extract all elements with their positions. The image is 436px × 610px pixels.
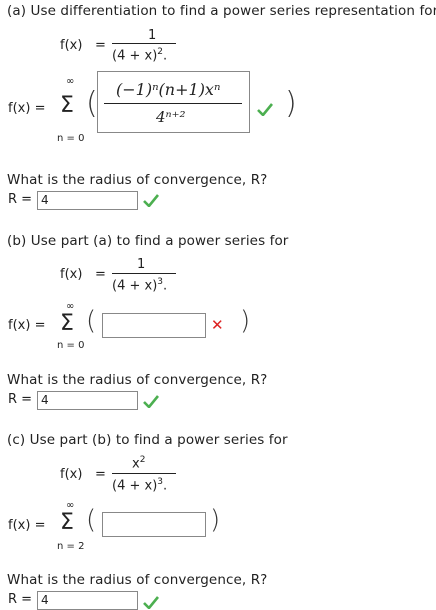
checkmark-icon [143, 395, 159, 408]
part-a-radius-input[interactable]: 4 [37, 191, 138, 210]
part-a-equals: = [95, 38, 106, 53]
part-b-radius-input[interactable]: 4 [37, 391, 138, 410]
part-a-answer-box[interactable]: (−1)ⁿ(n+1)xⁿ 4ⁿ⁺² [97, 71, 250, 133]
sigma-icon: Σ [60, 510, 74, 535]
checkmark-icon [143, 596, 159, 609]
part-a-numerator: 1 [148, 28, 157, 43]
part-a-sum-lower: n = 0 [57, 133, 85, 144]
part-b-fraction-bar [112, 273, 176, 274]
part-a-function-label: f(x) [60, 38, 83, 53]
part-c-fraction-bar [112, 473, 176, 474]
sigma-icon: Σ [60, 311, 74, 336]
part-b-denominator: (4 + x)3. [112, 277, 168, 294]
left-paren: ( [86, 86, 98, 121]
part-b-series-label: f(x) = [8, 318, 46, 333]
part-c-series-label: f(x) = [8, 518, 46, 533]
part-c-answer-input[interactable] [102, 512, 206, 537]
part-b-function-label: f(x) [60, 267, 83, 282]
part-c-denominator: (4 + x)3. [112, 477, 168, 494]
part-c-prompt: (c) Use part (b) to find a power series … [7, 432, 288, 448]
part-a-answer-denominator: 4ⁿ⁺² [156, 108, 186, 126]
part-a-series-label: f(x) = [8, 101, 46, 116]
part-b-numerator: 1 [137, 257, 146, 272]
part-c-radius-label: R = [8, 592, 33, 607]
checkmark-icon [143, 194, 159, 207]
right-paren: ) [240, 306, 251, 336]
part-a-denominator: (4 + x)2. [112, 47, 168, 64]
checkmark-icon [257, 103, 273, 116]
part-a-sum-upper: ∞ [66, 76, 75, 87]
part-a-answer-bar [104, 103, 242, 104]
right-paren: ) [210, 505, 221, 535]
right-paren: ) [285, 86, 297, 121]
part-c-function-label: f(x) [60, 467, 83, 482]
part-b-equals: = [95, 267, 106, 282]
left-paren: ( [86, 306, 97, 336]
part-b-radius-label: R = [8, 392, 33, 407]
part-a-radius-question: What is the radius of convergence, R? [7, 172, 268, 188]
part-c-radius-question: What is the radius of convergence, R? [7, 572, 268, 588]
part-a-radius-label: R = [8, 192, 33, 207]
part-b-prompt: (b) Use part (a) to find a power series … [7, 233, 289, 249]
part-c-sum-lower: n = 2 [57, 541, 85, 552]
part-b-sum-lower: n = 0 [57, 340, 85, 351]
part-a-answer-numerator: (−1)ⁿ(n+1)xⁿ [116, 80, 221, 99]
part-c-numerator: x2 [132, 455, 146, 472]
cross-icon: ✕ [211, 316, 224, 334]
left-paren: ( [86, 505, 97, 535]
part-a-prompt: (a) Use differentiation to find a power … [7, 3, 436, 19]
part-c-radius-input[interactable]: 4 [37, 591, 138, 610]
sigma-icon: Σ [60, 93, 74, 118]
part-b-answer-input[interactable] [102, 313, 206, 338]
part-b-radius-question: What is the radius of convergence, R? [7, 372, 268, 388]
part-a-fraction-bar [112, 43, 176, 44]
part-c-equals: = [95, 467, 106, 482]
